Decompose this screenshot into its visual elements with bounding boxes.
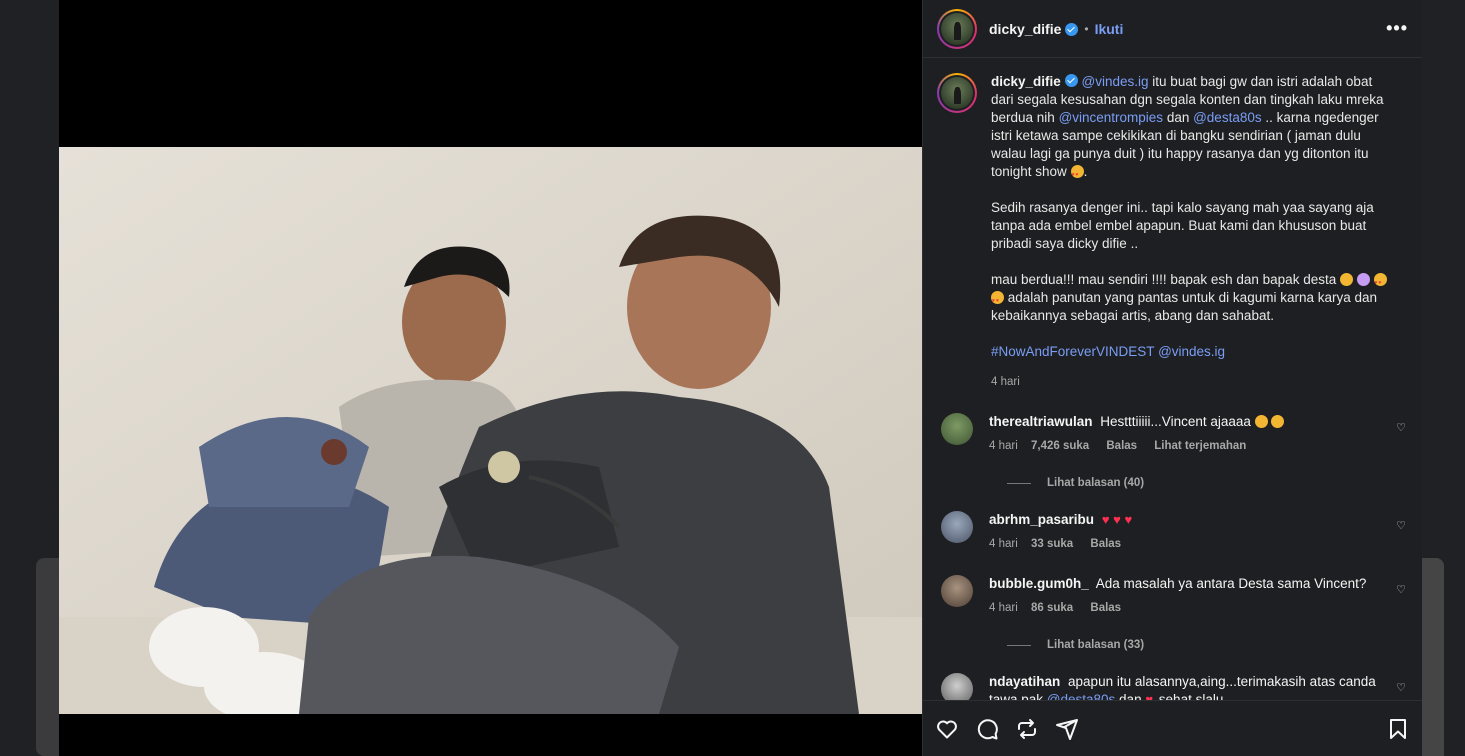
caption-username[interactable]: dicky_difie [991, 74, 1061, 89]
heart-emoji-icon: ♥ [1145, 692, 1154, 700]
comment-item: bubble.gum0h_ Ada masalah ya antara Dest… [937, 575, 1408, 617]
comment-body: ndayatihan apapun itu alasannya,aing...t… [989, 673, 1384, 700]
caption-paragraph-2: Sedih rasanya denger ini.. tapi kalo say… [991, 200, 1374, 251]
comment-meta: 4 hari 33 suka Balas [989, 535, 1384, 553]
comment-likes[interactable]: 86 suka [1031, 602, 1073, 614]
reply-button[interactable]: Balas [1106, 440, 1137, 452]
caption-text-segment: dan [1163, 110, 1194, 125]
view-replies-label: Lihat balasan (40) [1047, 477, 1145, 489]
background-card-edge [1421, 558, 1444, 756]
caption-timestamp[interactable]: 4 hari [991, 373, 1396, 391]
comment-time[interactable]: 4 hari [989, 538, 1018, 550]
commenter-username[interactable]: therealtriawulan [989, 414, 1093, 429]
action-bar [923, 700, 1422, 756]
caption-text-segment: mau berdua!!! mau sendiri !!!! bapak esh… [991, 272, 1340, 287]
comment-body: bubble.gum0h_ Ada masalah ya antara Dest… [989, 575, 1384, 617]
post-modal: dicky_difie • Ikuti ••• dicky_difie @vin… [59, 0, 1422, 756]
author-username[interactable]: dicky_difie [989, 21, 1061, 37]
more-icon[interactable]: ••• [1386, 18, 1408, 39]
heart-eyes-emoji-icon [991, 291, 1004, 310]
verified-icon [1064, 74, 1078, 87]
verified-icon [1065, 23, 1079, 36]
translate-button[interactable]: Lihat terjemahan [1154, 440, 1246, 452]
heart-icon[interactable] [935, 717, 959, 741]
heart-eyes-emoji-icon [1070, 165, 1084, 184]
comment-item: abrhm_pasaribu ♥ ♥ ♥ 4 hari 33 suka Bala… [937, 511, 1408, 553]
view-replies-button[interactable]: Lihat balasan (40) [1007, 477, 1408, 489]
comment-meta: 4 hari 7,426 suka Balas Lihat terjemahan [989, 437, 1384, 455]
comment-likes[interactable]: 33 suka [1031, 538, 1073, 550]
heart-eyes-emoji-icon [1373, 273, 1387, 292]
send-icon[interactable] [1055, 717, 1079, 741]
caption-paragraph-3: mau berdua!!! mau sendiri !!!! bapak esh… [991, 271, 1396, 325]
heart-emoji-icon: ♥ ♥ ♥ [1101, 512, 1133, 527]
separator-dot: • [1084, 21, 1089, 36]
follow-button[interactable]: Ikuti [1095, 21, 1124, 37]
commenter-username[interactable]: abrhm_pasaribu [989, 512, 1094, 527]
comments-scroll-area[interactable]: dicky_difie @vindes.ig itu buat bagi gw … [923, 59, 1422, 700]
author-avatar[interactable] [937, 8, 977, 49]
comment-time[interactable]: 4 hari [989, 440, 1018, 452]
comment-meta: 4 hari 86 suka Balas [989, 599, 1384, 617]
mention-link[interactable]: @vincentrompies [1059, 110, 1164, 125]
view-replies-button[interactable]: Lihat balasan (33) [1007, 639, 1408, 651]
commenter-avatar[interactable] [941, 575, 973, 607]
post-media [59, 0, 922, 756]
hashtag-link[interactable]: #NowAndForeverVINDEST [991, 344, 1154, 359]
comment-item: ndayatihan apapun itu alasannya,aing...t… [937, 673, 1408, 700]
commenter-avatar[interactable] [941, 511, 973, 543]
comment-like-heart-icon[interactable]: ♡ [1396, 583, 1406, 596]
share-icon[interactable] [1015, 717, 1039, 741]
mention-link[interactable]: @desta80s [1193, 110, 1262, 125]
post-header: dicky_difie • Ikuti ••• [923, 0, 1422, 58]
caption: dicky_difie @vindes.ig itu buat bagi gw … [937, 73, 1408, 391]
replies-line [1007, 644, 1031, 646]
laughing-emoji-icon [1271, 415, 1285, 428]
photo-illustration [59, 147, 922, 714]
reply-button[interactable]: Balas [1090, 602, 1121, 614]
laughing-emoji-icon [1254, 415, 1268, 428]
replies-line [1007, 482, 1031, 484]
commenter-username[interactable]: bubble.gum0h_ [989, 576, 1089, 591]
comment-text: Ada masalah ya antara Desta sama Vincent… [1095, 576, 1367, 591]
comment-icon[interactable] [975, 717, 999, 741]
commenter-username[interactable]: ndayatihan [989, 674, 1060, 689]
mention-link[interactable]: @vindes.ig [1154, 344, 1225, 359]
comment-text: dan [1115, 692, 1146, 700]
commenter-avatar[interactable] [941, 413, 973, 445]
crying-face-emoji-icon [1339, 273, 1353, 286]
comment-like-heart-icon[interactable]: ♡ [1396, 421, 1406, 434]
commenter-avatar[interactable] [941, 673, 973, 700]
caption-hashtags: #NowAndForeverVINDEST @vindes.ig [991, 343, 1396, 361]
post-side-panel: dicky_difie • Ikuti ••• dicky_difie @vin… [922, 0, 1422, 756]
save-icon[interactable] [1386, 717, 1410, 741]
comment-like-heart-icon[interactable]: ♡ [1396, 681, 1406, 694]
view-replies-label: Lihat balasan (33) [1047, 639, 1145, 651]
pray-emoji-icon [1356, 273, 1370, 286]
comment-time[interactable]: 4 hari [989, 602, 1018, 614]
caption-text-segment: adalah panutan yang pantas untuk di kagu… [991, 290, 1378, 323]
comment-body: abrhm_pasaribu ♥ ♥ ♥ 4 hari 33 suka Bala… [989, 511, 1384, 553]
caption-text-segment: . [1083, 164, 1088, 179]
comment-like-heart-icon[interactable]: ♡ [1396, 519, 1406, 532]
comment-text: sehat slalu [1155, 692, 1224, 700]
caption-text: dicky_difie @vindes.ig itu buat bagi gw … [991, 73, 1396, 391]
reply-button[interactable]: Balas [1090, 538, 1121, 550]
caption-avatar[interactable] [937, 73, 977, 113]
comment-body: therealtriawulan Hestttiiiii...Vincent a… [989, 413, 1384, 455]
mention-link[interactable]: @vindes.ig [1082, 74, 1149, 89]
mention-link[interactable]: @desta80s [1047, 692, 1116, 700]
comment-likes[interactable]: 7,426 suka [1031, 440, 1089, 452]
comment-item: therealtriawulan Hestttiiiii...Vincent a… [937, 413, 1408, 455]
comment-text: Hestttiiiii...Vincent ajaaaa [1100, 414, 1251, 429]
post-photo[interactable] [59, 147, 922, 714]
